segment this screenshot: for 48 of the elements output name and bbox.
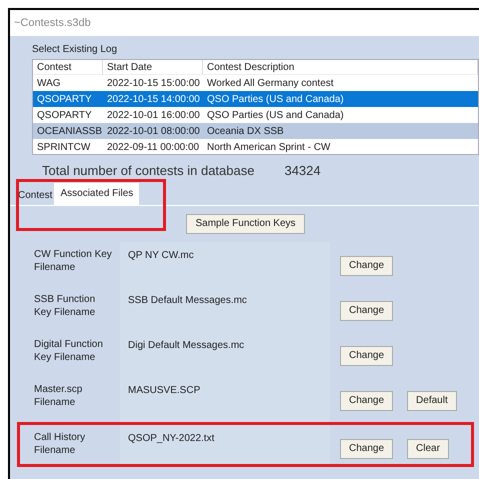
log-row[interactable]: SPRINTCW 2022-09-11 00:00:00 North American Sprint - CW bbox=[33, 139, 478, 154]
table-cell-text: 2022-10-15 15:00:00 bbox=[106, 76, 201, 90]
sample-function-keys-button[interactable]: Sample Function Keys bbox=[186, 214, 305, 234]
file-name: SSB Default Messages.mc bbox=[128, 294, 247, 306]
file-label: Master.scp Filename bbox=[34, 382, 84, 408]
file-name: QSOP_NY-2022.txt bbox=[128, 432, 214, 444]
table-cell-text: SPRINTCW bbox=[36, 140, 92, 154]
file-name: MASUSVE.SCP bbox=[128, 384, 200, 396]
table-cell-text: QSOPARTY bbox=[36, 92, 93, 106]
file-button[interactable]: Change bbox=[340, 300, 394, 320]
file-button[interactable]: Change bbox=[340, 390, 394, 410]
column-header[interactable]: Start Date bbox=[103, 60, 203, 74]
list-label: Select Existing Log bbox=[32, 43, 118, 57]
table-cell-text: QSO Parties (US and Canada) bbox=[206, 108, 345, 122]
column-header[interactable]: Contest Description bbox=[203, 60, 478, 74]
table-cell-text: QSO Parties (US and Canada) bbox=[206, 92, 345, 106]
log-row[interactable]: QSOPARTY 2022-10-01 16:00:00 QSO Parties (US and Canada) bbox=[33, 107, 478, 123]
table-cell-text: 2022-10-01 16:00:00 bbox=[106, 108, 201, 122]
file-button[interactable]: Default bbox=[407, 390, 457, 410]
log-row[interactable]: OCEANIASSB 2022-10-01 08:00:00 Oceania DX SSB bbox=[33, 123, 478, 139]
log-list[interactable] bbox=[32, 59, 479, 155]
file-name: Digi Default Messages.mc bbox=[128, 340, 244, 350]
table-cell-text: 2022-10-15 14:00:00 bbox=[106, 92, 201, 106]
file-button[interactable]: Change bbox=[340, 438, 394, 458]
file-button[interactable]: Change bbox=[340, 346, 394, 366]
table-cell-text: 2022-10-01 08:00:00 bbox=[106, 124, 201, 138]
column-header[interactable]: Contest bbox=[33, 60, 103, 74]
table-cell-text: Worked All Germany contest bbox=[206, 76, 335, 90]
tab[interactable]: Associated Files bbox=[54, 182, 140, 204]
file-name: QP NY CW.mc bbox=[128, 250, 194, 260]
file-button[interactable]: Clear bbox=[407, 438, 449, 458]
file-label: CW Function Key Filename bbox=[34, 248, 113, 274]
log-row[interactable]: QSOPARTY 2022-10-15 14:00:00 QSO Parties (US and Canada) bbox=[33, 91, 478, 107]
file-label: SSB Function Key Filename bbox=[34, 292, 96, 318]
file-label: Digital Function Key Filename bbox=[34, 338, 104, 364]
total-value: 34324 bbox=[284, 162, 321, 180]
table-cell-text: North American Sprint - CW bbox=[206, 140, 332, 154]
table-cell-text: WAG bbox=[36, 76, 62, 90]
table-cell-text: OCEANIASSB bbox=[36, 124, 103, 138]
log-row[interactable]: WAG 2022-10-15 15:00:00 Worked All Germany contest bbox=[33, 75, 478, 91]
window-title: ~Contests.s3db bbox=[14, 16, 91, 31]
tab[interactable]: Contest bbox=[16, 186, 54, 204]
file-button[interactable]: Change bbox=[340, 256, 394, 276]
table-cell-text: QSOPARTY bbox=[36, 108, 93, 122]
file-label: Call History Filename bbox=[34, 430, 86, 456]
table-cell-text: 2022-09-11 00:00:00 bbox=[106, 140, 200, 154]
total-label: Total number of contests in database bbox=[42, 162, 254, 180]
table-cell-text: Oceania DX SSB bbox=[206, 124, 285, 138]
